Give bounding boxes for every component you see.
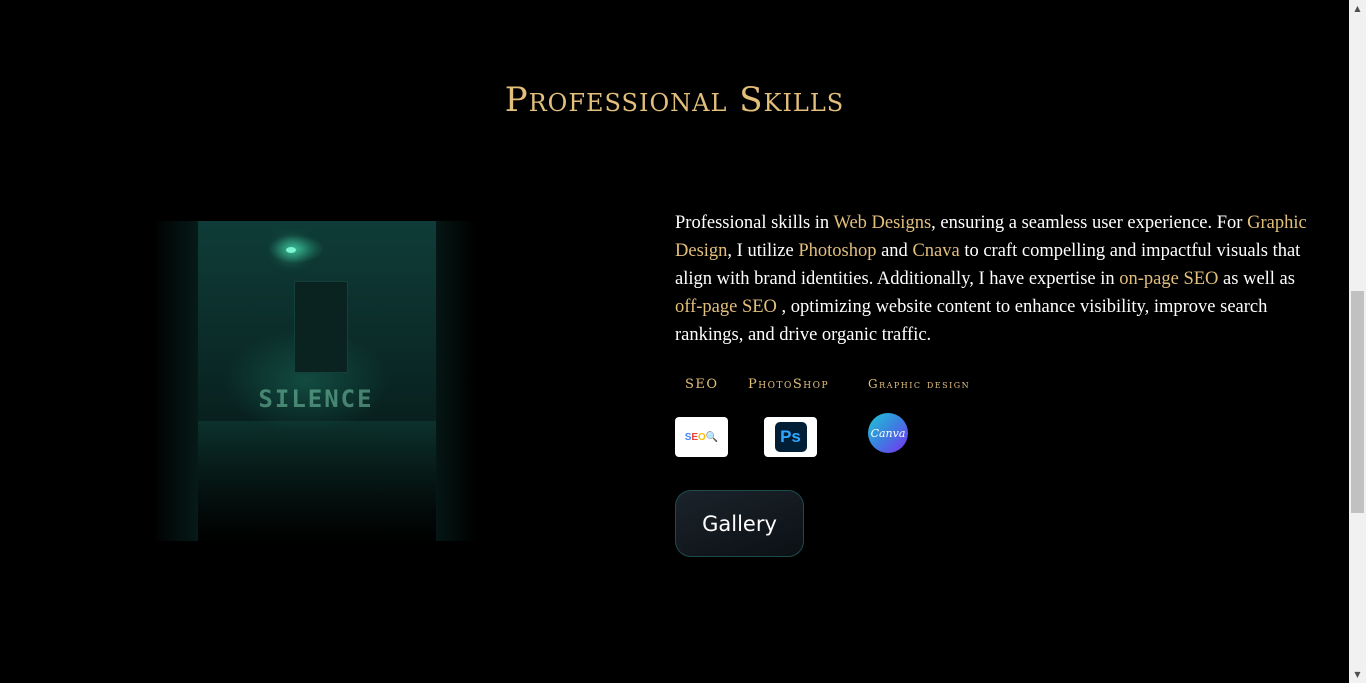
seo-logo: SEO🔍 [675,417,728,457]
desc-highlight-canva: Cnava [912,241,960,261]
desc-highlight-off-page-seo: off-page SEO [675,297,777,317]
desc-text: Professional skills in [675,213,834,233]
photo-door [294,281,348,373]
photo-left-wall [156,221,198,541]
skills-description: Professional skills in Web Designs, ensu… [675,209,1315,349]
photo-lamp [286,247,296,253]
desc-highlight-web-designs: Web Designs [833,213,932,233]
skill-label-graphic-design: Graphic design [868,377,971,391]
canva-icon: Canva [868,413,908,453]
skill-label-photoshop: PhotoShop [748,377,830,392]
desc-text: as well as [1218,269,1295,289]
skill-label-seo: SEO [685,377,719,392]
photoshop-logo: Ps [764,417,817,457]
photo-right-wall [436,221,476,541]
page: Professional Skills SILENCE Professional… [0,0,1349,683]
seo-icon: SEO🔍 [684,431,719,443]
desc-text: , I utilize [727,241,799,261]
desc-text: , ensuring a seamless user experience. F… [931,213,1248,233]
section-title: Professional Skills [504,80,845,120]
scroll-thumb[interactable] [1351,291,1364,513]
photo-floor-text: SILENCE [258,385,374,413]
vertical-scrollbar[interactable]: ▲ ▼ [1349,0,1366,683]
gallery-button[interactable]: Gallery [675,490,804,557]
desc-highlight-on-page-seo: on-page SEO [1119,269,1219,289]
desc-highlight-photoshop: Photoshop [798,241,877,261]
corridor-photo: SILENCE [156,221,476,541]
desc-text: and [876,241,913,261]
photoshop-icon: Ps [774,422,807,452]
photo-floor [198,421,436,541]
scroll-up-arrow-icon[interactable]: ▲ [1349,0,1366,17]
scroll-down-arrow-icon[interactable]: ▼ [1349,666,1366,683]
